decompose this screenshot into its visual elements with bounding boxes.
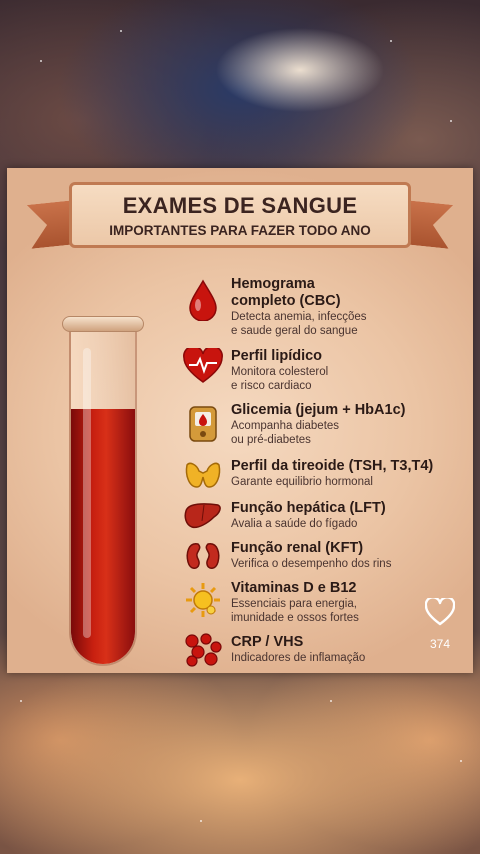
item-title: Perfil lipídico (231, 348, 323, 364)
item-title: Perfil da tireoide (TSH, T3,T4) (231, 458, 434, 474)
item-description: Acompanha diabetes (231, 420, 340, 432)
tube-rim (62, 316, 144, 332)
tube-shine (83, 348, 91, 638)
item-text: Perfil lipídico Monitora colesterol e ri… (231, 348, 453, 393)
item-description: Verifica o desempenho dos rins (231, 558, 392, 570)
tube-glass (69, 326, 137, 666)
title-banner: EXAMES DE SANGUE IMPORTANTES PARA FAZER … (29, 176, 451, 254)
sun-vitamin-icon (183, 580, 223, 620)
item-title: Vitaminas D e B12 (231, 580, 357, 596)
item-title: Função renal (KFT) (231, 540, 364, 556)
item-description: Monitora colesterol (231, 366, 329, 378)
item-description: Avalia a saúde do fígado (231, 518, 358, 530)
banner-plate: EXAMES DE SANGUE IMPORTANTES PARA FAZER … (69, 182, 411, 248)
infographic-poster: EXAMES DE SANGUE IMPORTANTES PARA FAZER … (7, 168, 473, 673)
item-description: ou pré-diabetes (231, 434, 311, 446)
poster-title: EXAMES DE SANGUE (122, 193, 358, 218)
item-description: Detecta anemia, infecções (231, 311, 367, 323)
item-description: e risco cardiaco (231, 380, 312, 392)
item-description: Garante equilibrio hormonal (231, 476, 373, 488)
like-count: 374 (429, 637, 451, 651)
item-text: Função renal (KFT) Verifica o desempenho… (231, 540, 453, 571)
kidneys-icon (183, 536, 223, 576)
item-text: Glicemia (jejum + HbA1c) Acompanha diabe… (231, 402, 453, 447)
thyroid-icon (183, 454, 223, 494)
item-description: e saude geral do sangue (231, 325, 358, 337)
blood-drop-icon (183, 279, 223, 321)
poster-subtitle: IMPORTANTES PARA FAZER TODO ANO (109, 223, 371, 238)
item-text: Hemograma completo (CBC) Detecta anemia,… (231, 276, 453, 338)
heart-icon (183, 346, 223, 386)
item-title: Hemograma (231, 276, 315, 292)
test-tube-illustration (62, 316, 144, 668)
tube-blood (71, 409, 135, 664)
item-title: Função hepática (LFT) (231, 500, 386, 516)
heart-outline-icon[interactable] (424, 596, 456, 626)
item-title: completo (CBC) (231, 293, 341, 309)
liver-icon (183, 496, 223, 536)
blood-cells-icon (183, 630, 223, 670)
item-text: Função hepática (LFT) Avalia a saúde do … (231, 500, 453, 531)
item-title: Glicemia (jejum + HbA1c) (231, 402, 406, 418)
like-button[interactable]: 374 (420, 596, 460, 658)
glucometer-icon (183, 404, 223, 444)
item-text: Perfil da tireoide (TSH, T3,T4) Garante … (231, 458, 453, 489)
